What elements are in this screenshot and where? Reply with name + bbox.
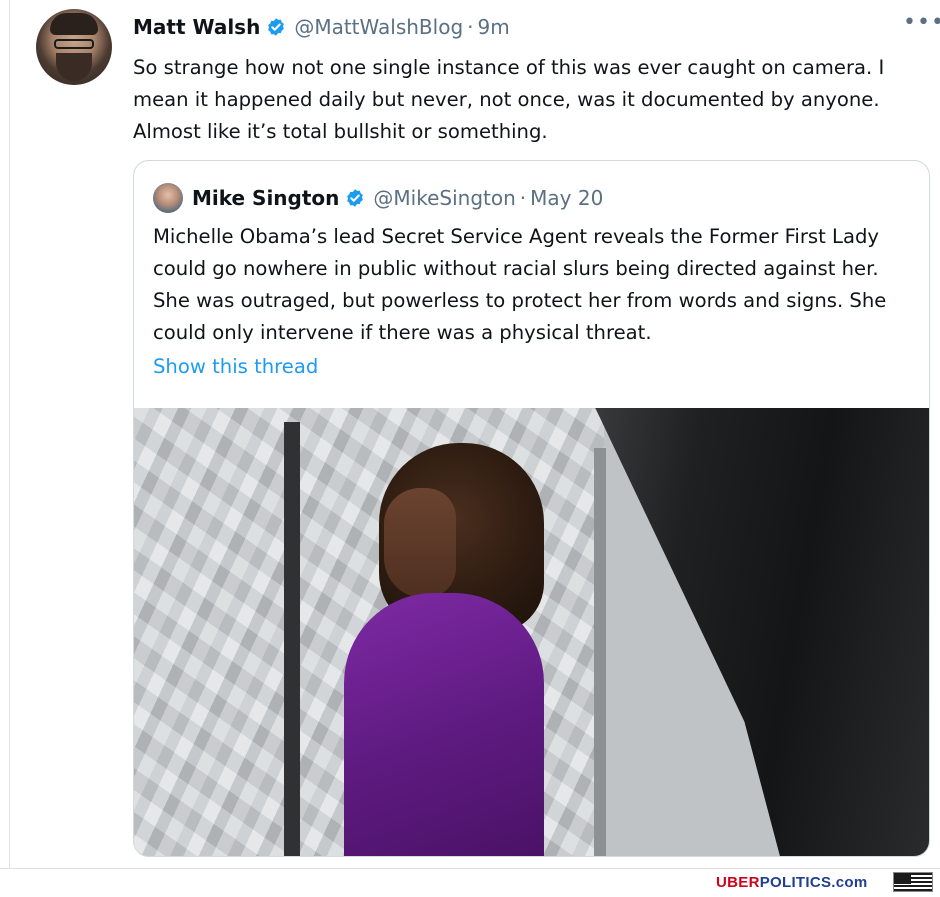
quoted-author-handle[interactable]: @MikeSington: [373, 186, 515, 210]
header-separator: ·: [467, 15, 474, 39]
flag-canton: [894, 873, 911, 884]
photo-figure-purple-suit: [344, 593, 544, 856]
quoted-author-name[interactable]: Mike Sington: [192, 186, 339, 210]
brand-blue: POLITICS.com: [759, 874, 868, 891]
photo-dark-curtain: [595, 408, 929, 856]
brand-red: UBER: [716, 874, 760, 891]
author-handle[interactable]: @MattWalshBlog: [294, 15, 463, 39]
quoted-timestamp[interactable]: May 20: [530, 186, 603, 210]
more-horizontal-icon[interactable]: •••: [903, 10, 940, 35]
timeline-divider: [9, 0, 10, 868]
avatar-glasses: [54, 39, 94, 49]
photo-pole: [284, 422, 300, 856]
watermark-brand: UBERPOLITICS.com: [716, 874, 867, 891]
quoted-tweet-photo[interactable]: [134, 408, 929, 856]
tweet-timestamp[interactable]: 9m: [478, 15, 510, 39]
avatar-hair: [50, 13, 98, 35]
verified-badge-icon: [268, 18, 285, 36]
quoted-author-avatar[interactable]: [153, 183, 183, 213]
tweet-text: So strange how not one single instance o…: [133, 56, 885, 143]
show-thread-link[interactable]: Show this thread: [153, 355, 318, 378]
quoted-tweet[interactable]: Mike Sington @MikeSington · May 20 Miche…: [133, 160, 930, 857]
quoted-tweet-header: Mike Sington @MikeSington · May 20: [192, 183, 603, 213]
author-avatar[interactable]: [36, 9, 112, 85]
us-flag-icon: [893, 872, 933, 892]
tweet[interactable]: Matt Walsh @MattWalshBlog · 9m ••• So st…: [0, 0, 940, 868]
avatar-beard: [56, 53, 92, 81]
quoted-header-separator: ·: [519, 186, 527, 210]
photo-figure-face: [384, 488, 456, 598]
photo-pole-secondary: [594, 448, 606, 856]
quoted-tweet-text: Michelle Obama’s lead Secret Service Age…: [153, 225, 887, 344]
tweet-header: Matt Walsh @MattWalshBlog · 9m: [133, 12, 510, 42]
author-name[interactable]: Matt Walsh: [133, 15, 260, 39]
verified-badge-icon: [347, 189, 364, 207]
